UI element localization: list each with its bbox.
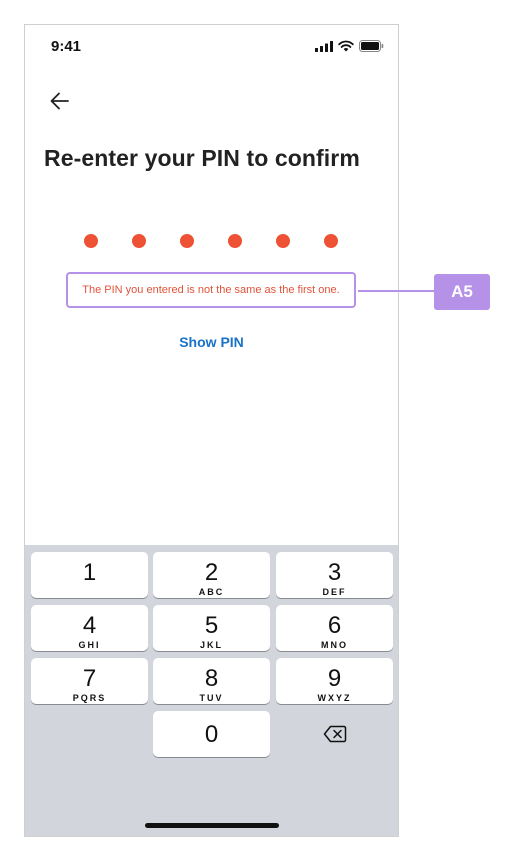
key-letters: WXYZ bbox=[317, 693, 352, 703]
key-letters: DEF bbox=[322, 587, 347, 597]
battery-icon bbox=[359, 40, 384, 52]
signal-icon bbox=[315, 40, 333, 52]
key-letters: JKL bbox=[199, 640, 223, 650]
key-9[interactable]: 9 WXYZ bbox=[276, 658, 393, 704]
error-message: The PIN you entered is not the same as t… bbox=[82, 283, 340, 296]
page-title: Re-enter your PIN to confirm bbox=[44, 145, 360, 171]
show-pin-button[interactable]: Show PIN bbox=[25, 334, 398, 350]
backspace-icon bbox=[323, 725, 346, 743]
pin-indicator bbox=[84, 234, 338, 248]
pin-dot bbox=[132, 234, 146, 248]
key-8[interactable]: 8 TUV bbox=[153, 658, 270, 704]
key-3[interactable]: 3 DEF bbox=[276, 552, 393, 598]
key-7[interactable]: 7 PQRS bbox=[31, 658, 148, 704]
key-letters: TUV bbox=[199, 693, 224, 703]
status-bar: 9:41 bbox=[25, 25, 398, 69]
status-icons bbox=[315, 40, 384, 52]
wifi-icon bbox=[338, 40, 354, 52]
key-digit: 3 bbox=[327, 559, 342, 586]
key-letters: MNO bbox=[321, 640, 348, 650]
arrow-left-icon bbox=[50, 92, 69, 110]
key-digit: 1 bbox=[82, 559, 97, 586]
key-5[interactable]: 5 JKL bbox=[153, 605, 270, 651]
delete-key[interactable] bbox=[276, 711, 393, 757]
home-indicator[interactable] bbox=[145, 823, 279, 828]
key-2[interactable]: 2 ABC bbox=[153, 552, 270, 598]
key-0[interactable]: 0 bbox=[153, 711, 270, 757]
key-4[interactable]: 4 GHI bbox=[31, 605, 148, 651]
key-digit: 8 bbox=[204, 665, 219, 692]
annotation-badge: A5 bbox=[434, 274, 490, 310]
key-digit: 2 bbox=[204, 559, 219, 586]
pin-dot bbox=[228, 234, 242, 248]
key-1[interactable]: 1 bbox=[31, 552, 148, 598]
key-digit: 7 bbox=[82, 665, 97, 692]
key-digit: 0 bbox=[204, 721, 219, 748]
key-6[interactable]: 6 MNO bbox=[276, 605, 393, 651]
pin-dot bbox=[84, 234, 98, 248]
key-letters: ABC bbox=[198, 587, 225, 597]
annotation-connector bbox=[358, 290, 435, 292]
key-letters: PQRS bbox=[72, 693, 107, 703]
phone-screen: 9:41 Re-enter your PIN to confirm The PI… bbox=[24, 24, 399, 837]
pin-dot bbox=[324, 234, 338, 248]
numeric-keypad: 1 2 ABC 3 DEF 4 GHI 5 JKL 6 MNO 7 PQRS 8 bbox=[25, 545, 398, 836]
status-time: 9:41 bbox=[51, 38, 82, 55]
key-digit: 9 bbox=[327, 665, 342, 692]
key-digit: 5 bbox=[204, 612, 219, 639]
back-button[interactable] bbox=[47, 89, 73, 113]
key-digit: 6 bbox=[327, 612, 342, 639]
key-letters: GHI bbox=[78, 640, 101, 650]
pin-dot bbox=[276, 234, 290, 248]
pin-dot bbox=[180, 234, 194, 248]
error-message-box: The PIN you entered is not the same as t… bbox=[66, 272, 356, 308]
key-digit: 4 bbox=[82, 612, 97, 639]
